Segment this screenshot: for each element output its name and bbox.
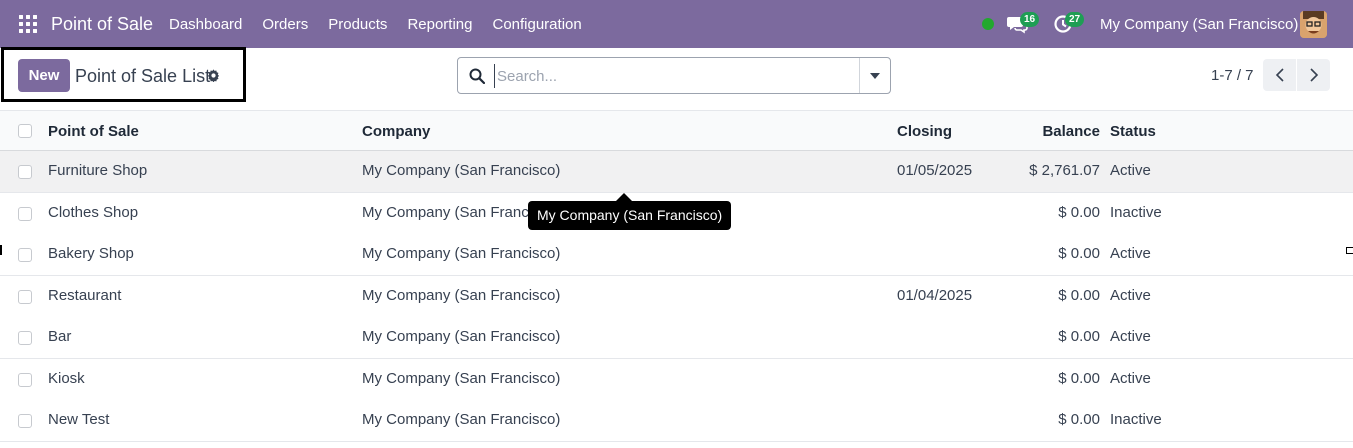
- apps-grid-icon[interactable]: [19, 15, 37, 33]
- company-switcher[interactable]: My Company (San Francisco): [1100, 16, 1298, 33]
- pager-value[interactable]: 1-7 / 7: [1211, 67, 1254, 84]
- cell-company: My Company (San Francisco): [362, 287, 561, 304]
- page-title: Point of Sale List: [75, 66, 211, 86]
- cell-closing: 01/04/2025: [897, 287, 973, 304]
- pager-previous-button[interactable]: [1263, 59, 1296, 91]
- menu-dashboard[interactable]: Dashboard: [169, 16, 242, 33]
- cell-name: New Test: [48, 411, 110, 428]
- cell-company: My Company (San Francisco): [362, 245, 561, 262]
- cell-balance: $ 0.00: [1058, 328, 1100, 345]
- cell-status: Active: [1110, 245, 1151, 262]
- menu-configuration[interactable]: Configuration: [492, 16, 581, 33]
- cell-balance: $ 0.00: [1058, 245, 1100, 262]
- tooltip-arrow: [616, 193, 632, 201]
- cell-status: Inactive: [1110, 411, 1162, 428]
- chevron-right-icon: [1309, 68, 1318, 82]
- cell-name: Bakery Shop: [48, 245, 134, 262]
- caret-down-icon: [870, 72, 880, 79]
- row-checkbox[interactable]: [18, 290, 32, 304]
- header-balance[interactable]: Balance: [1042, 123, 1100, 140]
- cell-name: Furniture Shop: [48, 162, 148, 179]
- main-menu: Dashboard Orders Products Reporting Conf…: [169, 16, 602, 33]
- cell-company: My Company (San Francisco): [362, 328, 561, 345]
- table-row[interactable]: Bar My Company (San Francisco) $ 0.00 Ac…: [0, 317, 1353, 359]
- header-point-of-sale[interactable]: Point of Sale: [48, 123, 139, 140]
- cell-balance: $ 2,761.07: [1029, 162, 1100, 179]
- search-bar: [457, 57, 891, 94]
- menu-orders[interactable]: Orders: [262, 16, 308, 33]
- top-navbar: Point of Sale Dashboard Orders Products …: [0, 0, 1353, 48]
- cell-name: Bar: [48, 328, 72, 345]
- table-header: Point of Sale Company Closing Balance St…: [0, 110, 1353, 151]
- app-brand[interactable]: Point of Sale: [51, 14, 153, 35]
- cell-company: My Company (San Francisco): [362, 370, 561, 387]
- table-row[interactable]: Restaurant My Company (San Francisco) 01…: [0, 276, 1353, 318]
- select-all-checkbox[interactable]: [18, 124, 32, 138]
- edge-marker: [0, 245, 2, 255]
- cell-balance: $ 0.00: [1058, 287, 1100, 304]
- table-row[interactable]: Kiosk My Company (San Francisco) $ 0.00 …: [0, 359, 1353, 401]
- cell-status: Active: [1110, 370, 1151, 387]
- cell-balance: $ 0.00: [1058, 411, 1100, 428]
- search-options-toggle[interactable]: [859, 58, 890, 93]
- gear-icon[interactable]: [207, 69, 220, 82]
- row-checkbox[interactable]: [18, 331, 32, 345]
- row-checkbox[interactable]: [18, 165, 32, 179]
- table-row[interactable]: New Test My Company (San Francisco) $ 0.…: [0, 400, 1353, 442]
- cell-status: Active: [1110, 162, 1151, 179]
- new-button[interactable]: New: [18, 59, 70, 92]
- cell-status: Inactive: [1110, 204, 1162, 221]
- header-closing[interactable]: Closing: [897, 123, 952, 140]
- pager-next-button[interactable]: [1297, 59, 1330, 91]
- cell-name: Kiosk: [48, 370, 85, 387]
- cell-balance: $ 0.00: [1058, 204, 1100, 221]
- search-input[interactable]: [494, 64, 854, 88]
- row-checkbox[interactable]: [18, 414, 32, 428]
- cell-company: My Company (San Francisco): [362, 411, 561, 428]
- cell-name: Clothes Shop: [48, 204, 139, 221]
- cell-closing: 01/05/2025: [897, 162, 973, 179]
- table-row[interactable]: Bakery Shop My Company (San Francisco) $…: [0, 234, 1353, 276]
- menu-reporting[interactable]: Reporting: [407, 16, 472, 33]
- header-company[interactable]: Company: [362, 123, 430, 140]
- company-tooltip: My Company (San Francisco): [528, 201, 732, 230]
- table-row[interactable]: Furniture Shop My Company (San Francisco…: [0, 151, 1353, 193]
- cell-status: Active: [1110, 287, 1151, 304]
- edge-marker: [1346, 247, 1353, 254]
- row-checkbox[interactable]: [18, 248, 32, 262]
- cell-company: My Company (San Francisco): [362, 162, 561, 179]
- cell-status: Active: [1110, 328, 1151, 345]
- search-icon: [469, 68, 485, 84]
- chevron-left-icon: [1275, 68, 1284, 82]
- activity-count-badge: 27: [1065, 12, 1085, 27]
- avatar[interactable]: [1300, 11, 1327, 38]
- header-status[interactable]: Status: [1110, 123, 1156, 140]
- menu-products[interactable]: Products: [328, 16, 387, 33]
- cell-name: Restaurant: [48, 287, 122, 304]
- chat-count-badge: 16: [1020, 12, 1040, 27]
- row-checkbox[interactable]: [18, 373, 32, 387]
- row-checkbox[interactable]: [18, 207, 32, 221]
- presence-status-dot: [982, 18, 994, 30]
- cell-balance: $ 0.00: [1058, 370, 1100, 387]
